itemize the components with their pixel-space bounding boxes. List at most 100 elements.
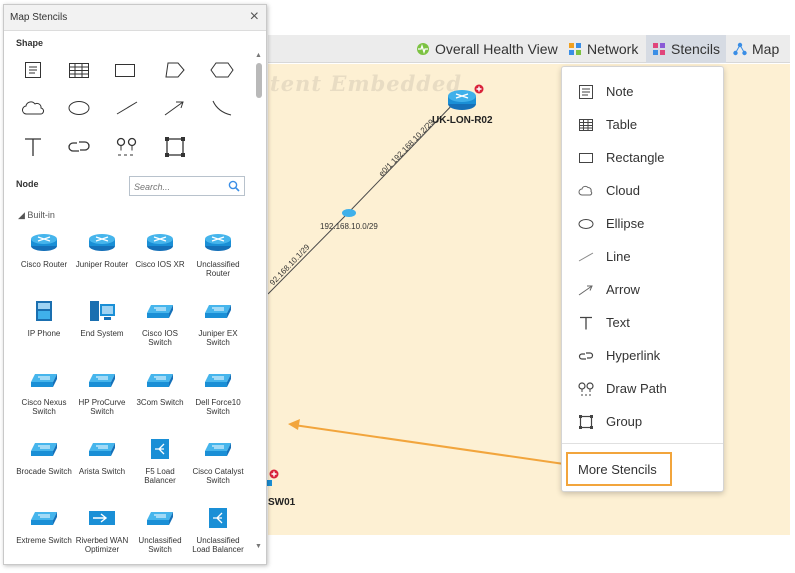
- stencil-node[interactable]: Juniper EX Switch: [189, 299, 247, 347]
- stencil-note[interactable]: [18, 56, 48, 84]
- stencil-arrow[interactable]: [160, 94, 190, 122]
- stencil-rectangle[interactable]: [110, 56, 140, 84]
- group-icon: [576, 412, 596, 432]
- stencil-node-label: IP Phone: [27, 329, 61, 338]
- menu-item-line[interactable]: Line: [562, 240, 723, 273]
- scroll-down-icon[interactable]: ▼: [255, 543, 262, 550]
- switch-icon: [87, 437, 117, 461]
- stencil-node[interactable]: 3Com Switch: [131, 368, 189, 407]
- stencil-curve[interactable]: [207, 94, 237, 122]
- stencil-node[interactable]: Cisco Nexus Switch: [15, 368, 73, 416]
- stencil-node[interactable]: F5 Load Balancer: [131, 437, 189, 485]
- menu-item-label: Draw Path: [606, 381, 667, 396]
- stencils-icon: [652, 42, 666, 56]
- menu-item-ellipse[interactable]: Ellipse: [562, 207, 723, 240]
- stencil-node[interactable]: Cisco Router: [15, 230, 73, 269]
- rectangle-icon: [115, 64, 135, 77]
- stencil-node[interactable]: Cisco IOS Switch: [131, 299, 189, 347]
- stencil-node-label: Juniper Router: [75, 260, 129, 269]
- table-icon: [576, 115, 596, 135]
- device-router[interactable]: [446, 84, 486, 119]
- stencil-node[interactable]: HP ProCurve Switch: [73, 368, 131, 416]
- curve-icon: [212, 100, 232, 116]
- node-search-input[interactable]: [130, 178, 220, 196]
- draw-path-icon: [576, 379, 596, 399]
- builtin-group-toggle[interactable]: ◢ Built-in: [18, 210, 55, 221]
- ip-phone-icon: [29, 299, 59, 323]
- menu-item-cloud[interactable]: Cloud: [562, 174, 723, 207]
- stencil-node[interactable]: Cisco Catalyst Switch: [189, 437, 247, 485]
- stencil-text[interactable]: [18, 133, 48, 161]
- stencil-group[interactable]: [160, 133, 190, 161]
- end-system-icon: [87, 299, 117, 323]
- stencil-node[interactable]: Riverbed WAN Optimizer: [73, 506, 131, 554]
- menu-item-note[interactable]: Note: [562, 75, 723, 108]
- stencil-node-label: Brocade Switch: [16, 467, 72, 476]
- more-stencils-button[interactable]: More Stencils: [566, 452, 672, 486]
- toolbar-map[interactable]: Map: [733, 35, 779, 63]
- stencil-cloud[interactable]: [18, 94, 48, 122]
- stencil-node[interactable]: Cisco IOS XR: [131, 230, 189, 269]
- menu-item-label: Ellipse: [606, 216, 645, 231]
- stencil-node[interactable]: IP Phone: [15, 299, 73, 338]
- stencil-node[interactable]: Extreme Switch: [15, 506, 73, 545]
- menu-item-arrow[interactable]: Arrow: [562, 273, 723, 306]
- menu-item-label: Rectangle: [606, 150, 665, 165]
- toolbar-network[interactable]: Network: [568, 35, 638, 63]
- stencil-polygon[interactable]: [160, 56, 190, 84]
- device-label: UK-LON-R02: [432, 115, 493, 126]
- stencil-hexagon[interactable]: [207, 56, 237, 84]
- menu-divider: [562, 443, 723, 444]
- stencil-node[interactable]: Unclassified Switch: [131, 506, 189, 554]
- stencil-node-label: Riverbed WAN Optimizer: [75, 536, 129, 554]
- stencil-node[interactable]: Unclassified Router: [189, 230, 247, 278]
- menu-item-rectangle[interactable]: Rectangle: [562, 141, 723, 174]
- stencil-node[interactable]: Unclassified Load Balancer: [189, 506, 247, 554]
- menu-item-table[interactable]: Table: [562, 108, 723, 141]
- stencil-table[interactable]: [64, 56, 94, 84]
- stencils-menu: Note Table Rectangle Cloud Ellipse Line …: [561, 66, 724, 492]
- scroll-up-icon[interactable]: ▲: [255, 52, 262, 59]
- panel-scrollbar[interactable]: ▲ ▼: [255, 52, 263, 555]
- device-switch[interactable]: [266, 468, 284, 493]
- stencil-hyperlink[interactable]: [64, 133, 94, 161]
- wan-optimizer-icon: [87, 506, 117, 530]
- subnet-label: 192.168.10.0/29: [320, 222, 378, 231]
- scroll-thumb[interactable]: [256, 63, 262, 98]
- text-icon: [576, 313, 596, 333]
- search-icon[interactable]: [228, 180, 240, 192]
- close-icon[interactable]: ×: [250, 9, 259, 25]
- group-icon: [165, 137, 185, 157]
- toolbar-label: Overall Health View: [435, 41, 558, 57]
- stencil-draw-path[interactable]: [112, 133, 142, 161]
- stencil-node[interactable]: Brocade Switch: [15, 437, 73, 476]
- hub-icon: [342, 209, 356, 217]
- cloud-icon: [22, 101, 45, 115]
- map-stencils-panel: Map Stencils × Shape Node Search... ◢ Bu…: [3, 4, 267, 565]
- rectangle-icon: [576, 148, 596, 168]
- stencil-node-label: Unclassified Switch: [138, 536, 182, 554]
- menu-item-text[interactable]: Text: [562, 306, 723, 339]
- menu-item-group[interactable]: Group: [562, 405, 723, 438]
- stencil-node[interactable]: Arista Switch: [73, 437, 131, 476]
- switch-icon: [203, 299, 233, 323]
- menu-item-hyperlink[interactable]: Hyperlink: [562, 339, 723, 372]
- stencil-node-label: Cisco Nexus Switch: [21, 398, 67, 416]
- embedded-watermark: tent Embedded: [270, 71, 463, 96]
- router-icon: [87, 230, 117, 254]
- stencil-line[interactable]: [112, 94, 142, 122]
- shape-section-label: Shape: [16, 38, 44, 48]
- note-icon: [576, 82, 596, 102]
- stencil-node[interactable]: Juniper Router: [73, 230, 131, 269]
- stencil-node-label: F5 Load Balancer: [144, 467, 176, 485]
- line-icon: [576, 247, 596, 267]
- stencil-node[interactable]: End System: [73, 299, 131, 338]
- toolbar-overall-health-view[interactable]: Overall Health View: [416, 35, 558, 63]
- menu-item-draw-path[interactable]: Draw Path: [562, 372, 723, 405]
- router-icon: [203, 230, 233, 254]
- stencil-node[interactable]: Dell Force10 Switch: [189, 368, 247, 416]
- stencil-ellipse[interactable]: [64, 94, 94, 122]
- node-search[interactable]: [129, 176, 245, 196]
- toolbar-stencils[interactable]: Stencils: [646, 35, 727, 63]
- arrow-icon: [164, 101, 184, 116]
